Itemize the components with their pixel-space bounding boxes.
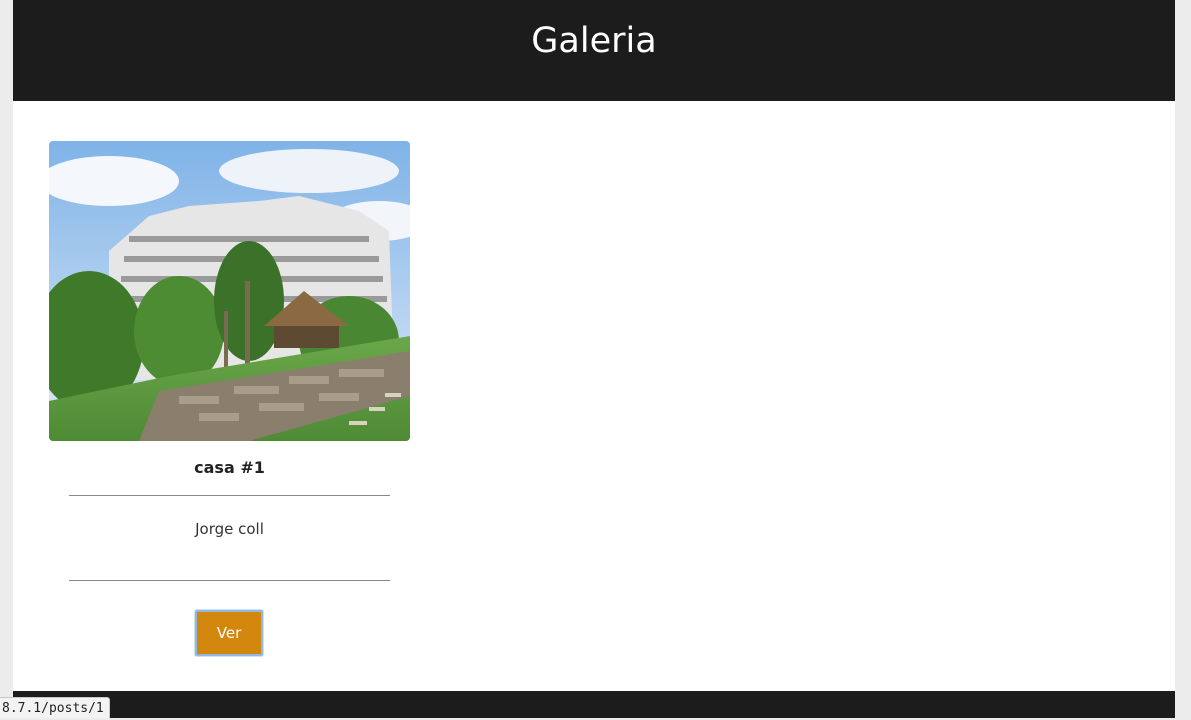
site-header: Galeria	[13, 0, 1175, 101]
divider	[69, 495, 390, 496]
site-footer	[13, 691, 1175, 718]
page: Galeria casa #1 Jorge coll Ver	[13, 0, 1175, 718]
view-button[interactable]: Ver	[195, 610, 263, 656]
card-author: Jorge coll	[195, 520, 264, 538]
status-bar-url: 8.7.1/posts/1	[0, 697, 110, 718]
house-photo	[49, 141, 410, 441]
gallery-card: casa #1 Jorge coll Ver	[49, 141, 410, 671]
card-title: casa #1	[194, 458, 265, 477]
divider	[69, 580, 390, 581]
page-title: Galeria	[531, 21, 657, 61]
